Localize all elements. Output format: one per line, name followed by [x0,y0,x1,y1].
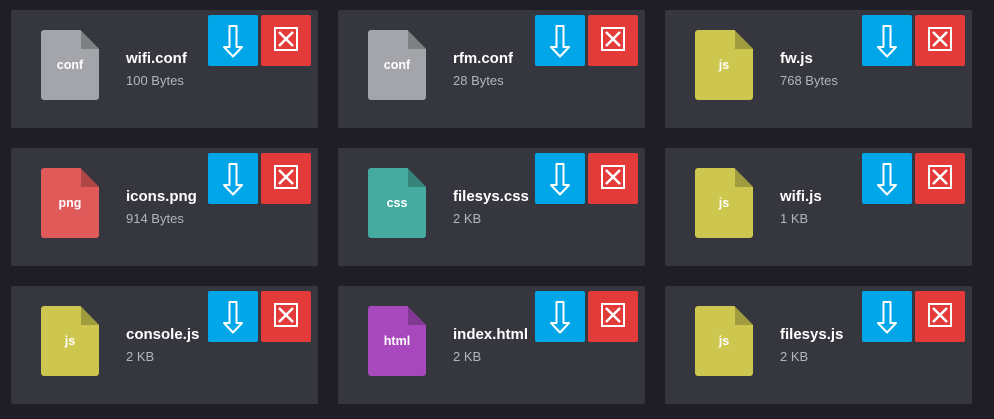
delete-button[interactable] [261,153,311,204]
file-name: rfm.conf [453,50,513,67]
close-box-icon [928,27,952,51]
document-icon: js [695,306,753,376]
file-size: 2 KB [453,211,482,226]
close-box-icon [928,165,952,189]
close-box-icon [274,27,298,51]
file-name: filesys.js [780,326,844,343]
file-card: js filesys.js 2 KB [665,286,972,404]
arrow-down-icon [877,25,897,58]
delete-button[interactable] [915,291,965,342]
file-card: conf wifi.conf 100 Bytes [11,10,318,128]
file-grid: conf wifi.conf 100 Bytes conf rfm.conf 2… [0,0,994,419]
document-icon: js [695,30,753,100]
download-button[interactable] [208,15,258,66]
arrow-down-icon [223,25,243,58]
arrow-down-icon [223,301,243,334]
file-size: 100 Bytes [126,73,184,88]
download-button[interactable] [208,153,258,204]
file-extension-label: html [383,334,411,348]
file-size: 914 Bytes [126,211,184,226]
file-extension-label: conf [383,58,411,72]
delete-button[interactable] [261,15,311,66]
document-icon: css [368,168,426,238]
delete-button[interactable] [915,15,965,66]
close-box-icon [274,303,298,327]
arrow-down-icon [877,301,897,334]
delete-button[interactable] [261,291,311,342]
file-extension-label: conf [56,58,84,72]
file-card: html index.html 2 KB [338,286,645,404]
file-card: js console.js 2 KB [11,286,318,404]
arrow-down-icon [550,301,570,334]
file-extension-label: js [718,58,730,72]
document-icon: conf [368,30,426,100]
close-box-icon [601,303,625,327]
file-card: js wifi.js 1 KB [665,148,972,266]
document-icon: conf [41,30,99,100]
file-card: js fw.js 768 Bytes [665,10,972,128]
arrow-down-icon [877,163,897,196]
file-size: 768 Bytes [780,73,838,88]
file-extension-label: js [64,334,76,348]
close-box-icon [601,27,625,51]
download-button[interactable] [535,291,585,342]
close-box-icon [601,165,625,189]
delete-button[interactable] [915,153,965,204]
download-button[interactable] [535,15,585,66]
delete-button[interactable] [588,15,638,66]
file-extension-label: js [718,334,730,348]
file-size: 2 KB [780,349,809,364]
file-size: 2 KB [453,349,482,364]
file-extension-label: js [718,196,730,210]
close-box-icon [274,165,298,189]
download-button[interactable] [862,15,912,66]
arrow-down-icon [550,163,570,196]
file-size: 1 KB [780,211,809,226]
file-name: wifi.conf [126,50,187,67]
file-name: console.js [126,326,200,343]
document-icon: html [368,306,426,376]
file-name: wifi.js [780,188,822,205]
download-button[interactable] [208,291,258,342]
arrow-down-icon [550,25,570,58]
download-button[interactable] [535,153,585,204]
document-icon: png [41,168,99,238]
document-icon: js [695,168,753,238]
file-card: conf rfm.conf 28 Bytes [338,10,645,128]
file-size: 2 KB [126,349,155,364]
file-card: css filesys.css 2 KB [338,148,645,266]
file-card: png icons.png 914 Bytes [11,148,318,266]
delete-button[interactable] [588,153,638,204]
file-name: fw.js [780,50,813,67]
file-extension-label: css [386,196,408,210]
file-size: 28 Bytes [453,73,504,88]
file-name: index.html [453,326,529,343]
download-button[interactable] [862,153,912,204]
arrow-down-icon [223,163,243,196]
document-icon: js [41,306,99,376]
file-extension-label: png [58,196,82,210]
file-name: filesys.css [453,188,529,205]
delete-button[interactable] [588,291,638,342]
download-button[interactable] [862,291,912,342]
close-box-icon [928,303,952,327]
file-name: icons.png [126,188,197,205]
